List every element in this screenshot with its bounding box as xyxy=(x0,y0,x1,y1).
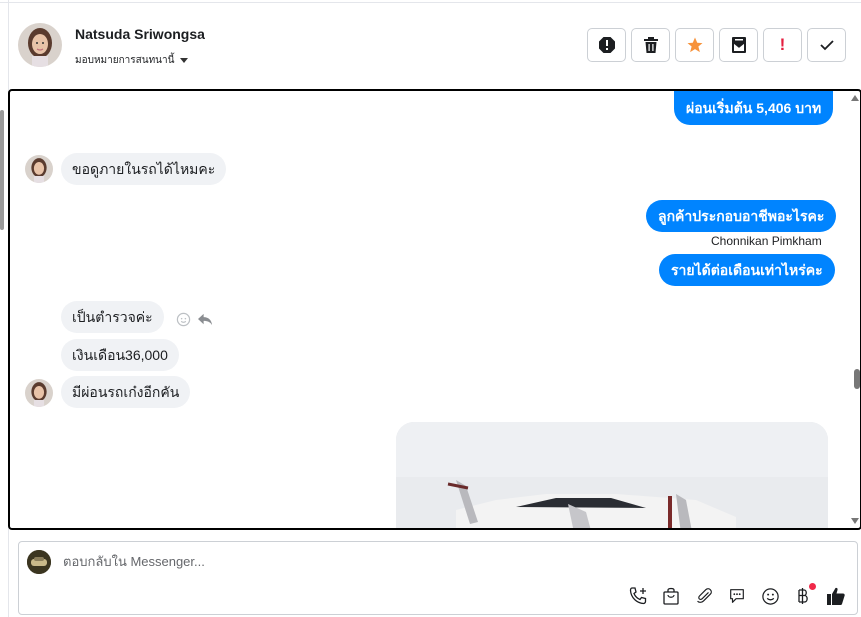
reply-icon[interactable] xyxy=(197,312,214,327)
side-scrollbar[interactable] xyxy=(0,110,4,230)
contact-avatar-small xyxy=(25,379,53,407)
mark-unread-button[interactable] xyxy=(719,28,758,62)
spam-icon xyxy=(598,37,615,53)
page-avatar xyxy=(27,550,51,574)
payment-button[interactable] xyxy=(792,583,816,607)
emoji-icon xyxy=(761,587,779,605)
reply-composer xyxy=(18,541,858,615)
attach-button[interactable] xyxy=(693,585,715,607)
shopping-bag-icon xyxy=(663,587,679,605)
reply-input[interactable] xyxy=(63,554,763,569)
scroll-up-arrow-icon[interactable] xyxy=(851,95,859,101)
scroll-thumb[interactable] xyxy=(854,369,860,389)
caret-down-icon xyxy=(180,58,189,63)
message-incoming[interactable]: ขอดูภายในรถได้ไหมคะ xyxy=(61,153,227,185)
message-incoming[interactable]: เงินเดือน36,000 xyxy=(61,339,179,371)
messenger-conversation-view: Natsuda Sriwongsa มอบหมายการสนทนานี้ ! ผ… xyxy=(0,0,861,617)
mark-unread-icon xyxy=(731,37,746,53)
attachment-icon xyxy=(697,588,712,603)
delete-button[interactable] xyxy=(631,28,670,62)
message-incoming[interactable]: เป็นตำรวจค่ะ xyxy=(61,301,164,333)
done-check-icon xyxy=(819,40,834,51)
emoji-button[interactable] xyxy=(759,585,781,607)
assign-label: มอบหมายการสนทนานี้ xyxy=(75,55,175,66)
star-icon xyxy=(687,37,702,53)
assign-conversation-dropdown[interactable]: มอบหมายการสนทนานี้ xyxy=(75,53,189,68)
contact-avatar[interactable] xyxy=(18,23,62,67)
call-plus-icon xyxy=(629,587,647,605)
conversation-header: Natsuda Sriwongsa มอบหมายการสนทนานี้ ! xyxy=(0,0,861,88)
message-thread[interactable]: ผ่อนเริ่มต้น 5,406 บาท ขอดูภายในรถได้ไหม… xyxy=(8,89,861,530)
saved-reply-icon xyxy=(730,589,744,603)
message-outgoing[interactable]: ผ่อนเริ่มต้น 5,406 บาท xyxy=(674,91,834,125)
notification-dot xyxy=(809,583,816,590)
mark-done-button[interactable] xyxy=(807,28,846,62)
contact-avatar-small xyxy=(25,155,53,183)
thread-scrollbar[interactable] xyxy=(850,91,860,528)
message-incoming[interactable]: มีผ่อนรถเก๋งอีกคัน xyxy=(61,376,191,408)
scroll-down-arrow-icon[interactable] xyxy=(851,518,859,524)
spam-button[interactable] xyxy=(587,28,626,62)
saved-replies-button[interactable] xyxy=(726,585,748,607)
trash-icon xyxy=(643,37,658,53)
star-button[interactable] xyxy=(675,28,714,62)
image-attachment-car[interactable] xyxy=(396,422,828,528)
baht-payment-icon xyxy=(798,588,808,604)
message-outgoing[interactable]: รายได้ต่อเดือนเท่าไหร่คะ xyxy=(659,254,835,286)
shop-button[interactable] xyxy=(660,585,682,607)
like-icon xyxy=(827,587,845,605)
conversation-actions: ! xyxy=(587,28,846,62)
contact-name[interactable]: Natsuda Sriwongsa xyxy=(75,26,205,42)
sender-name: Chonnikan Pimkham xyxy=(711,234,822,248)
message-hover-tools xyxy=(176,312,214,327)
follow-up-icon: ! xyxy=(779,35,786,54)
composer-toolbar xyxy=(627,583,847,607)
message-outgoing[interactable]: ลูกค้าประกอบอาชีพอะไรคะ xyxy=(646,200,837,232)
add-call-button[interactable] xyxy=(627,585,649,607)
follow-up-button[interactable]: ! xyxy=(763,28,802,62)
like-button[interactable] xyxy=(825,585,847,607)
react-emoji-icon[interactable] xyxy=(176,312,191,327)
